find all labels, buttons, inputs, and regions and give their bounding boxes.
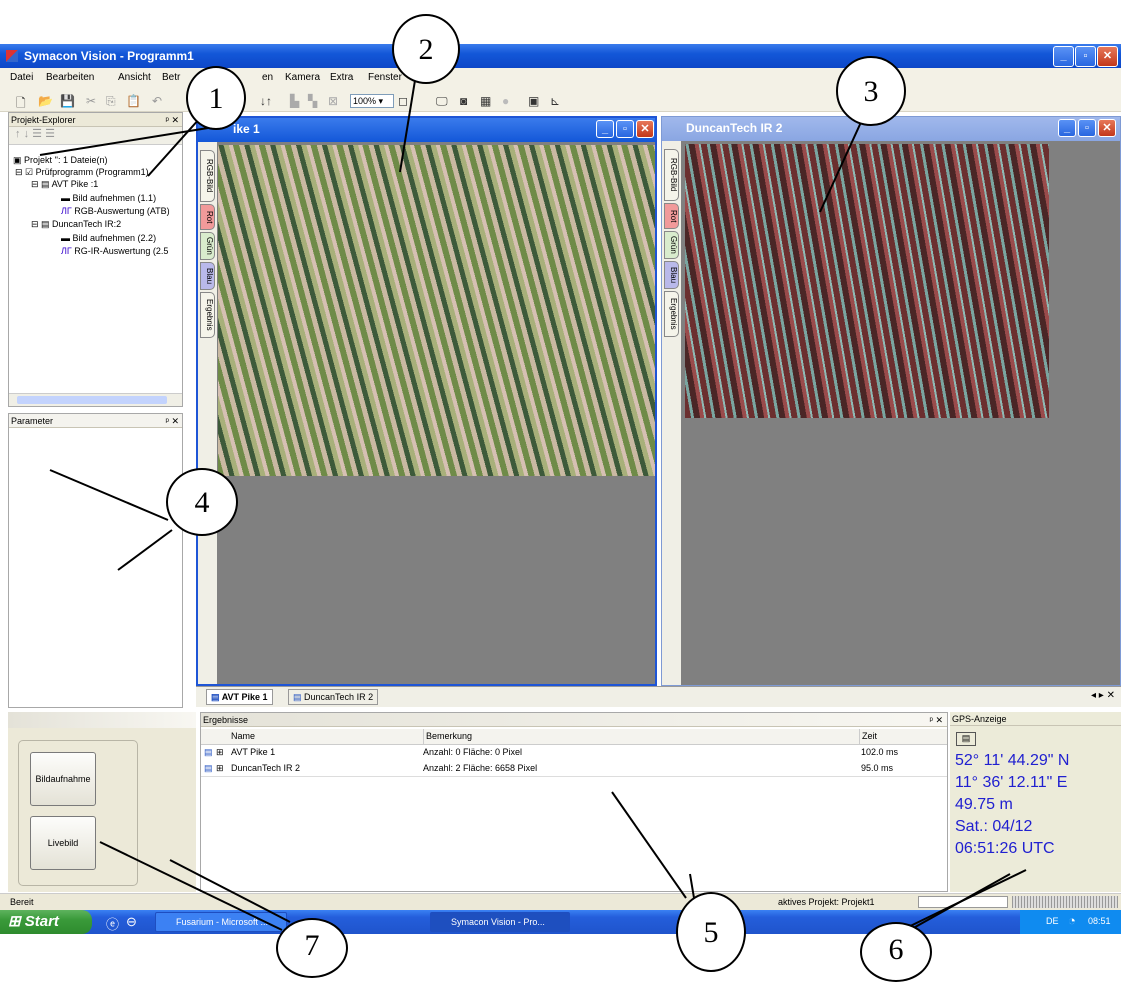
callout-2: 2	[392, 14, 460, 84]
callout-3: 3	[836, 56, 906, 126]
callout-1: 1	[186, 66, 246, 130]
callout-5: 5	[676, 892, 746, 972]
annotation-lines	[39, 61, 1027, 941]
callout-7: 7	[276, 918, 348, 978]
callout-6: 6	[860, 922, 932, 982]
callout-4: 4	[166, 468, 238, 536]
